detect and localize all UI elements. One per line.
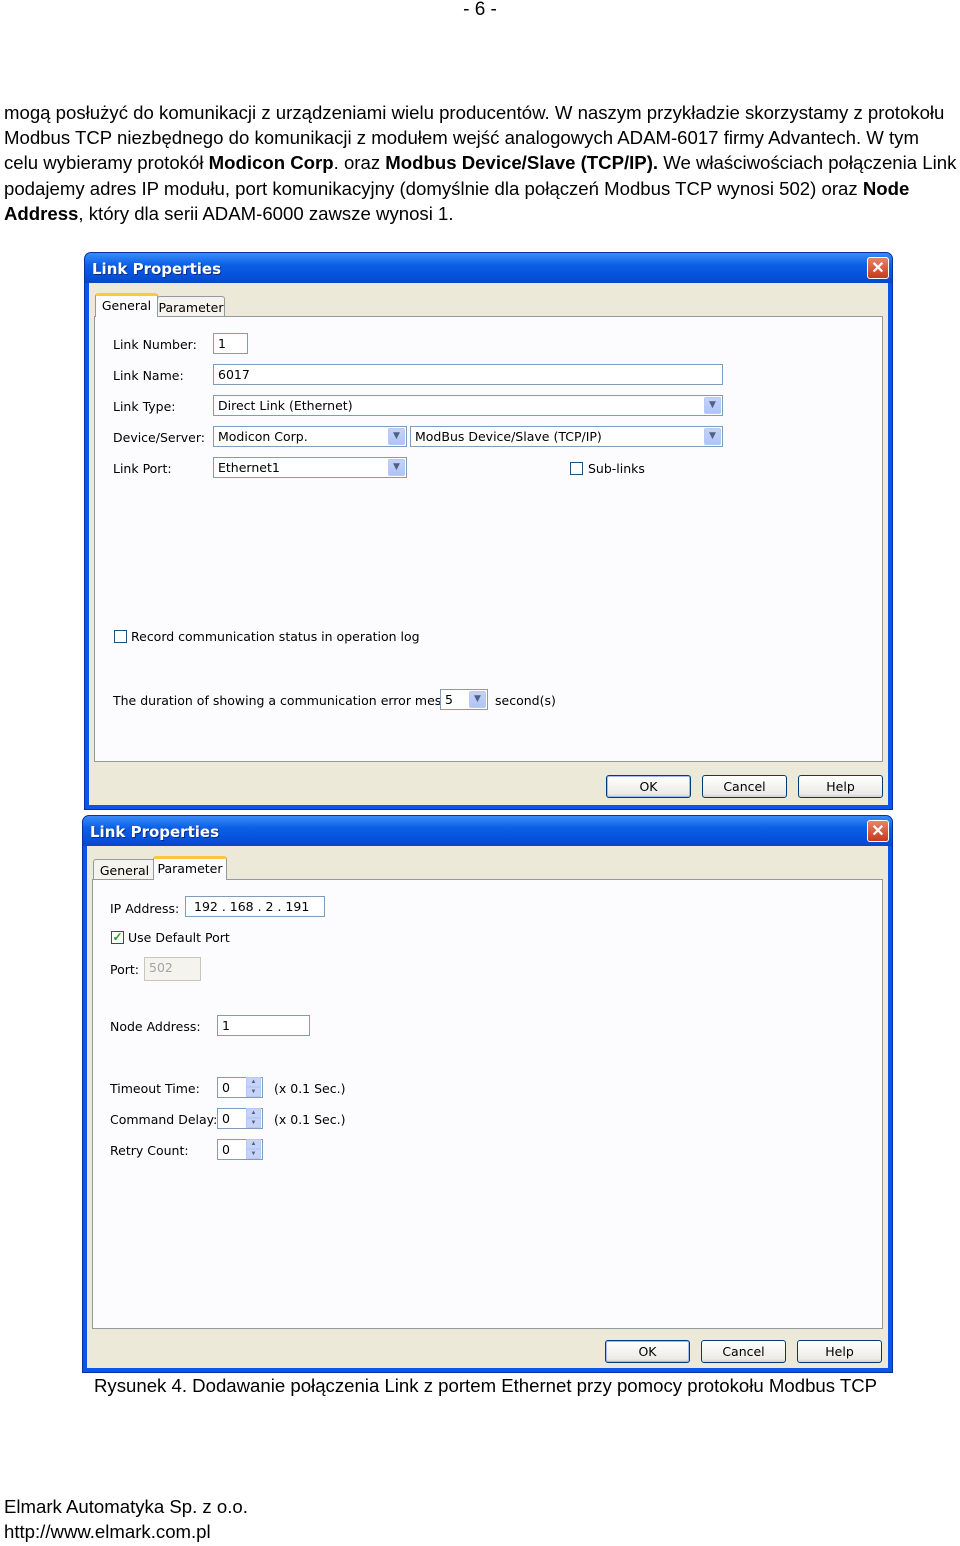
command-delay-unit: (x 0.1 Sec.) — [274, 1112, 346, 1127]
use-default-port-checkbox[interactable]: ✓ — [111, 931, 124, 944]
chevron-down-icon[interactable]: ▼ — [704, 428, 721, 445]
link-number-label: Link Number: — [113, 337, 197, 352]
port-field[interactable]: 502 — [144, 957, 201, 981]
tab-parameter[interactable]: Parameter — [153, 856, 227, 880]
dialog-title: Link Properties — [90, 823, 219, 841]
link-type-label: Link Type: — [113, 399, 176, 414]
command-delay-label: Command Delay: — [110, 1112, 218, 1127]
body-paragraph: mogą posłużyć do komunikacji z urządzeni… — [4, 100, 958, 226]
cancel-button[interactable]: Cancel — [701, 1340, 786, 1363]
device-maker-select[interactable]: Modicon Corp. ▼ — [213, 426, 407, 447]
spin-down-icon[interactable]: ▼ — [246, 1149, 261, 1159]
spin-up-icon[interactable]: ▲ — [246, 1077, 261, 1087]
link-name-field[interactable]: 6017 — [213, 364, 723, 385]
link-number-field[interactable]: 1 — [213, 333, 248, 354]
dialog-body: General Parameter IP Address: 192 . 168 … — [87, 846, 888, 1368]
spin-up-icon[interactable]: ▲ — [246, 1139, 261, 1149]
spin-down-icon[interactable]: ▼ — [246, 1118, 261, 1128]
help-button[interactable]: Help — [798, 775, 883, 798]
tab-general[interactable]: General — [95, 293, 158, 317]
timeout-label: Timeout Time: — [110, 1081, 200, 1096]
use-default-port-label: Use Default Port — [128, 930, 230, 945]
timeout-spinner[interactable]: ▲ ▼ — [246, 1077, 261, 1098]
ip-address-label: IP Address: — [110, 901, 180, 916]
title-bar: Link Properties ✕ — [83, 816, 892, 846]
sub-links-label: Sub-links — [588, 461, 645, 476]
tab-panel: Link Number: 1 Link Name: 6017 Link Type… — [94, 316, 883, 762]
tab-panel: IP Address: 192 . 168 . 2 . 191 ✓ Use De… — [92, 879, 883, 1329]
help-button[interactable]: Help — [797, 1340, 882, 1363]
record-status-label: Record communication status in operation… — [131, 629, 420, 644]
ip-address-field[interactable]: 192 . 168 . 2 . 191 — [185, 896, 325, 917]
link-name-label: Link Name: — [113, 368, 184, 383]
close-button[interactable]: ✕ — [867, 820, 889, 842]
paragraph-bold-modicon: Modicon Corp — [208, 152, 334, 174]
sub-links-checkbox[interactable] — [570, 462, 583, 475]
duration-unit: second(s) — [495, 693, 556, 708]
footer-company: Elmark Automatyka Sp. z o.o. — [4, 1496, 248, 1517]
paragraph-text: . oraz — [333, 152, 386, 174]
figure-caption: Rysunek 4. Dodawanie połączenia Link z p… — [94, 1375, 878, 1396]
device-model-value: ModBus Device/Slave (TCP/IP) — [415, 429, 602, 444]
spin-up-icon[interactable]: ▲ — [246, 1108, 261, 1118]
paragraph-text: , który dla serii ADAM-6000 zawsze wynos… — [78, 202, 454, 224]
link-type-value: Direct Link (Ethernet) — [218, 398, 353, 413]
footer-url[interactable]: http://www.elmark.com.pl — [4, 1520, 211, 1544]
device-server-label: Device/Server: — [113, 430, 205, 445]
chevron-down-icon[interactable]: ▼ — [704, 397, 721, 414]
port-label: Port: — [110, 962, 139, 977]
dialog-body: General Parameter Link Number: 1 Link Na… — [89, 283, 888, 805]
ok-button[interactable]: OK — [606, 775, 691, 798]
paragraph-bold-modbus: Modbus Device/Slave (TCP/IP). — [385, 152, 659, 174]
node-address-label: Node Address: — [110, 1019, 201, 1034]
link-port-select[interactable]: Ethernet1 ▼ — [213, 457, 407, 478]
node-address-field[interactable]: 1 — [217, 1015, 310, 1036]
device-model-select[interactable]: ModBus Device/Slave (TCP/IP) ▼ — [410, 426, 723, 447]
duration-value: 5 — [445, 692, 453, 707]
chevron-down-icon[interactable]: ▼ — [388, 428, 405, 445]
link-properties-dialog-parameter: Link Properties ✕ General Parameter IP A… — [82, 815, 893, 1373]
spin-down-icon[interactable]: ▼ — [246, 1087, 261, 1097]
page-number: - 6 - — [463, 0, 497, 20]
timeout-unit: (x 0.1 Sec.) — [274, 1081, 346, 1096]
retry-count-spinner[interactable]: ▲ ▼ — [246, 1139, 261, 1160]
link-properties-dialog-general: Link Properties ✕ General Parameter Link… — [84, 252, 893, 810]
device-maker-value: Modicon Corp. — [218, 429, 308, 444]
cancel-button[interactable]: Cancel — [702, 775, 787, 798]
tab-general[interactable]: General — [93, 859, 156, 880]
duration-label: The duration of showing a communication … — [113, 693, 476, 708]
tab-parameter[interactable]: Parameter — [157, 296, 225, 317]
link-port-value: Ethernet1 — [218, 460, 280, 475]
duration-select[interactable]: 5 ▼ — [440, 689, 488, 710]
chevron-down-icon[interactable]: ▼ — [469, 691, 486, 708]
close-button[interactable]: ✕ — [867, 257, 889, 279]
retry-count-label: Retry Count: — [110, 1143, 189, 1158]
dialog-title: Link Properties — [92, 260, 221, 278]
ok-button[interactable]: OK — [605, 1340, 690, 1363]
title-bar: Link Properties ✕ — [85, 253, 892, 283]
chevron-down-icon[interactable]: ▼ — [388, 459, 405, 476]
link-port-label: Link Port: — [113, 461, 172, 476]
command-delay-spinner[interactable]: ▲ ▼ — [246, 1108, 261, 1129]
record-status-checkbox[interactable] — [114, 630, 127, 643]
link-type-select[interactable]: Direct Link (Ethernet) ▼ — [213, 395, 723, 416]
